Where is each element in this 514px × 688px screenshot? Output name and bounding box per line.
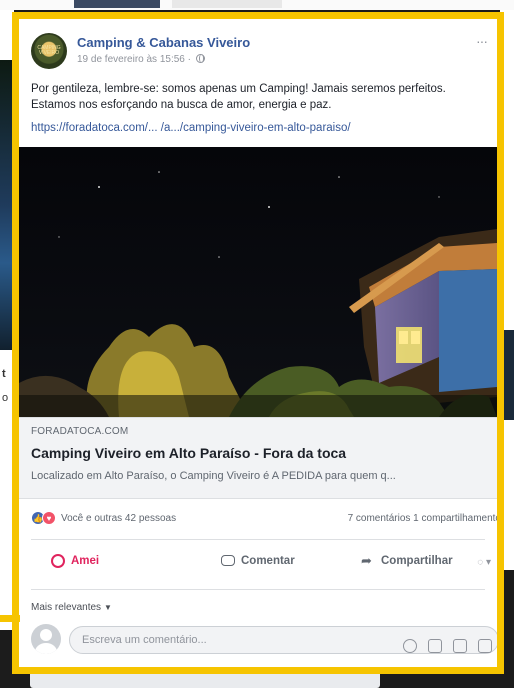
- comment-icon: [221, 555, 235, 566]
- action-bar: Amei Comentar ➦ Compartilhar ◌ ▾: [31, 549, 497, 581]
- page-name-link[interactable]: Camping & Cabanas Viveiro: [77, 35, 250, 50]
- sticker-icon[interactable]: [478, 639, 492, 653]
- comment-placeholder: Escreva um comentário...: [82, 634, 207, 646]
- share-button-label: Compartilhar: [381, 555, 453, 567]
- comment-composer: Escreva um comentário...: [31, 622, 497, 658]
- more-options-icon[interactable]: ···: [476, 33, 488, 49]
- link-preview-photo[interactable]: [19, 147, 497, 417]
- love-reaction-icon: ♥: [42, 511, 56, 525]
- highlight-frame-tab: [0, 615, 20, 622]
- share-button[interactable]: ➦ Compartilhar: [361, 553, 453, 568]
- user-avatar: [31, 624, 61, 654]
- link-description: Localizado em Alto Paraíso, o Camping Vi…: [31, 470, 396, 482]
- highlight-frame: CAMPING VIVEIRO Camping & Cabanas Viveir…: [12, 12, 504, 674]
- globe-icon: [195, 54, 205, 63]
- page-avatar[interactable]: CAMPING VIVEIRO: [31, 33, 67, 69]
- share-icon: ➦: [361, 553, 372, 568]
- post-header: CAMPING VIVEIRO Camping & Cabanas Viveir…: [31, 33, 488, 69]
- reactions-bar: 👍 ♥ Você e outras 42 pessoas 7 comentári…: [31, 509, 497, 529]
- facebook-post: CAMPING VIVEIRO Camping & Cabanas Viveir…: [19, 19, 497, 667]
- comment-sort-label: Mais relevantes: [31, 602, 102, 613]
- love-button-label: Amei: [71, 555, 100, 567]
- camera-icon[interactable]: [427, 639, 442, 653]
- comment-button-label: Comentar: [241, 555, 295, 567]
- divider: [31, 589, 485, 590]
- gif-icon[interactable]: [452, 639, 467, 653]
- link-preview[interactable]: FORADATOCA.COM Camping Viveiro em Alto P…: [19, 417, 497, 499]
- audience-selector-icon[interactable]: ◌ ▾: [477, 557, 491, 568]
- emoji-icon[interactable]: [402, 639, 417, 653]
- comment-button[interactable]: Comentar: [221, 555, 295, 567]
- avatar-logo-text: CAMPING VIVEIRO: [37, 45, 61, 56]
- link-domain: FORADATOCA.COM: [31, 426, 129, 437]
- link-title: Camping Viveiro em Alto Paraíso - Fora d…: [31, 445, 347, 461]
- comment-share-counts[interactable]: 7 comentários 1 compartilhamento: [348, 513, 497, 524]
- background-tab: [74, 0, 160, 8]
- love-button[interactable]: Amei: [51, 554, 100, 568]
- background-text-fragment: t: [2, 368, 6, 380]
- heart-icon: [51, 554, 65, 568]
- post-timestamp[interactable]: 19 de fevereiro às 15:56 ·: [77, 54, 205, 65]
- chevron-down-icon: ▼: [104, 603, 112, 612]
- comment-sort-dropdown[interactable]: Mais relevantes ▼: [31, 602, 112, 613]
- divider: [31, 539, 485, 540]
- comment-input[interactable]: Escreva um comentário...: [69, 626, 497, 654]
- post-body: Por gentileza, lembre-se: somos apenas u…: [31, 83, 446, 111]
- background-tab: [172, 0, 282, 8]
- background-text-fragment: o: [2, 392, 9, 404]
- post-link[interactable]: https://foradatoca.com/... /a.../camping…: [31, 122, 351, 134]
- reaction-summary[interactable]: Você e outras 42 pessoas: [61, 513, 176, 524]
- comment-input-icons: [395, 637, 492, 663]
- post-date: 19 de fevereiro às 15:56 ·: [77, 54, 191, 65]
- night-cabin-photo: [19, 147, 497, 417]
